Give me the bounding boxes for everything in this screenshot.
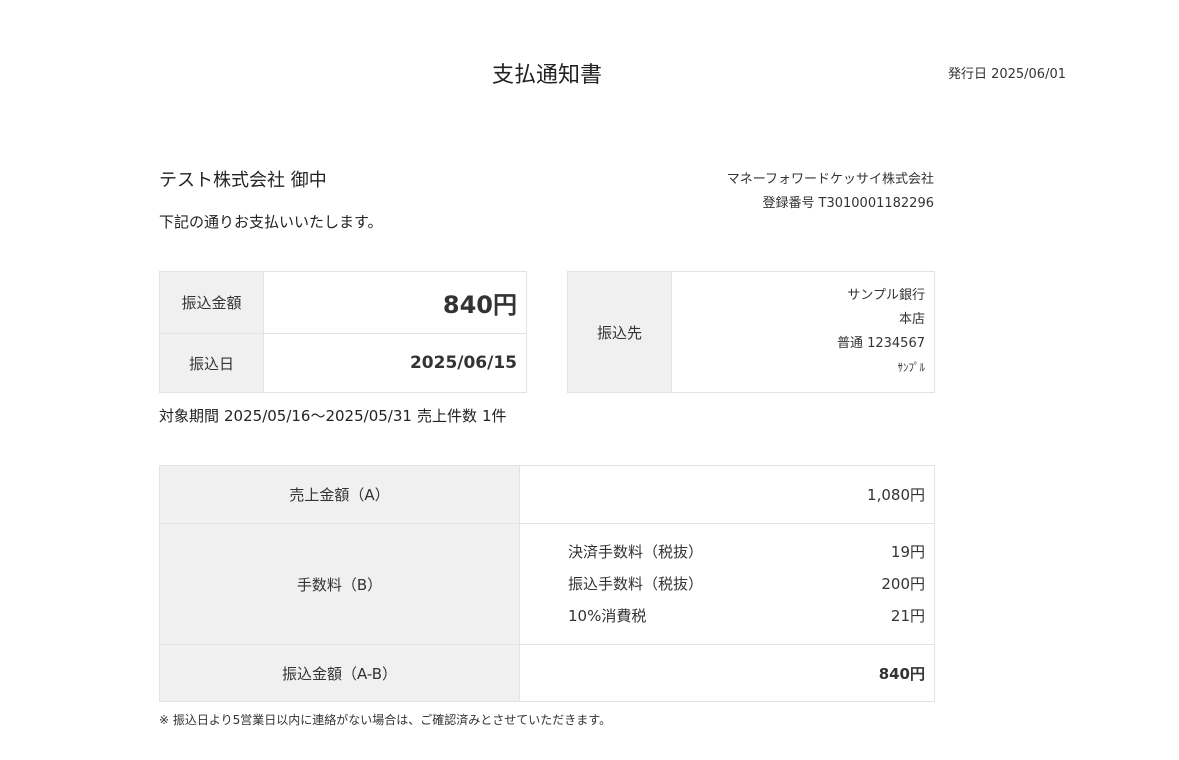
fee-item-label: 10%消費税 [568,607,647,625]
issue-date-label: 発行日 [948,67,988,82]
registration-number: T3010001182296 [818,196,934,211]
issuer-company: マネーフォワードケッサイ株式会社 [726,172,934,187]
net-amount-value: 840円 [519,644,935,702]
net-amount-label: 振込金額（A-B） [159,644,520,702]
recipient-name: テスト株式会社 御中 [159,170,327,191]
period-label: 対象期間 [159,407,220,425]
fee-row: 振込手数料（税抜） 200円 [568,568,925,600]
payment-amount-value: 840円 [263,271,527,334]
payment-amount-label: 振込金額 [159,271,264,334]
registration-label: 登録番号 [762,196,815,211]
bank-account: 普通 1234567 [836,336,925,351]
issue-date-value: 2025/06/01 [991,67,1066,82]
bank-branch: 本店 [898,312,925,327]
bank-table: 振込先 サンプル銀行 本店 普通 1234567 ｻﾝﾌﾟﾙ [567,271,935,393]
fee-item-value: 21円 [890,607,925,625]
bank-label: 振込先 [567,271,672,393]
payment-date-value: 2025/06/15 [263,333,527,393]
fee-item-value: 19円 [890,543,925,561]
sales-count-value: 1件 [481,407,507,425]
bank-name: サンプル銀行 [847,288,925,303]
fee-row: 決済手数料（税抜） 19円 [568,536,925,568]
document-title: 支払通知書 [491,63,602,88]
bank-details: サンプル銀行 本店 普通 1234567 ｻﾝﾌﾟﾙ [671,271,935,393]
fee-item-label: 振込手数料（税抜） [568,575,704,593]
issuer-block: マネーフォワードケッサイ株式会社 登録番号 T3010001182296 [727,168,934,216]
issuer-registration: 登録番号 T3010001182296 [727,192,934,216]
fees-breakdown: 決済手数料（税抜） 19円 振込手数料（税抜） 200円 10%消費税 21円 [519,523,935,645]
target-period: 対象期間 2025/05/16〜2025/05/31 売上件数 1件 [159,405,507,427]
sales-amount-value: 1,080円 [519,465,935,524]
bank-account-holder: ｻﾝﾌﾟﾙ [897,361,926,374]
fee-row: 10%消費税 21円 [568,600,925,632]
issue-date: 発行日 2025/06/01 [948,66,1066,84]
summary-table: 売上金額（A） 1,080円 手数料（B） 決済手数料（税抜） 19円 振込手数… [159,465,935,702]
payment-date-label: 振込日 [159,333,264,393]
period-range: 2025/05/16〜2025/05/31 [224,407,412,425]
fee-item-label: 決済手数料（税抜） [568,543,704,561]
intro-message: 下記の通りお支払いいたします。 [159,213,383,231]
sales-amount-label: 売上金額（A） [159,465,520,524]
payment-table: 振込金額 840円 振込日 2025/06/15 [159,271,527,393]
fee-item-value: 200円 [881,575,925,593]
footnote: ※ 振込日より5営業日以内に連絡がない場合は、ご確認済みとさせていただきます。 [159,713,612,727]
fees-label: 手数料（B） [159,523,520,645]
sales-count-label: 売上件数 [416,407,477,425]
